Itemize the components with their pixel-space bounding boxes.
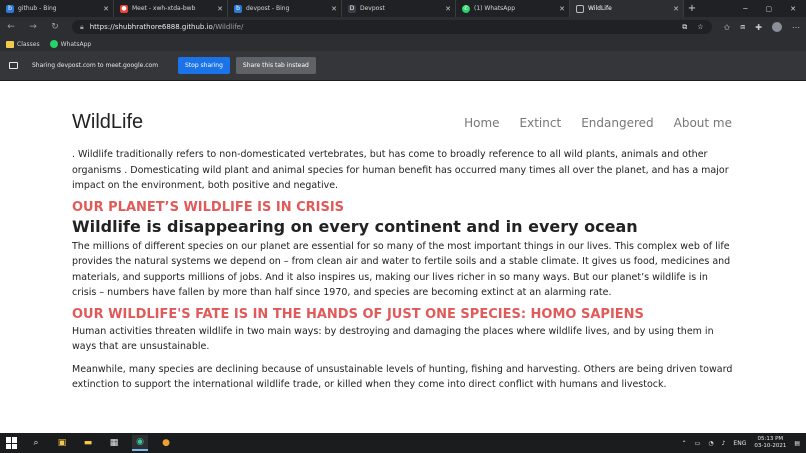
search-icon[interactable]: ⌕ — [28, 435, 44, 451]
forward-icon[interactable]: → — [28, 22, 38, 32]
extensions-icon[interactable]: ✚ — [755, 23, 762, 32]
more-menu-icon[interactable]: ⋯ — [792, 23, 800, 32]
windows-taskbar: ⌕ ▣ ▬ ▦ ◉ ● ⌃ ▭ ◔ ♪ ENG 05:13 PM 03-10-2… — [0, 433, 806, 453]
maximize-icon[interactable]: ▢ — [766, 5, 773, 13]
file-explorer-icon[interactable]: ▬ — [80, 435, 96, 451]
site-logo[interactable]: WildLife — [72, 111, 143, 134]
lock-icon: 🔒︎ — [80, 22, 84, 31]
clock-date: 03-10-2021 — [754, 443, 787, 449]
section-subheading: Wildlife is disappearing on every contin… — [72, 216, 638, 236]
close-icon[interactable]: ✕ — [559, 5, 565, 13]
browser-tab-strip: b github - Bing ✕ ● Meet - xwh-xtda-bwb … — [0, 0, 806, 17]
tab-github-bing[interactable]: b github - Bing ✕ — [0, 0, 114, 17]
store-icon[interactable]: ▣ — [54, 435, 70, 451]
notifications-icon[interactable]: ▤ — [794, 440, 800, 447]
nav-endangered[interactable]: Endangered — [581, 116, 653, 130]
web-page: WildLife Home Extinct Endangered About m… — [0, 81, 806, 433]
app-available-icon[interactable]: ⧉ — [682, 23, 687, 32]
tab-label: WildLife — [588, 5, 612, 12]
tab-label: Meet - xwh-xtda-bwb — [132, 5, 196, 12]
whatsapp-icon: ✆ — [462, 4, 470, 13]
clock[interactable]: 05:13 PM 03-10-2021 — [754, 436, 786, 450]
whatsapp-icon — [49, 40, 58, 48]
close-icon[interactable]: ✕ — [217, 5, 223, 13]
screen-share-icon — [9, 62, 18, 69]
close-icon[interactable]: ✕ — [103, 5, 109, 13]
chevron-up-icon[interactable]: ⌃ — [682, 440, 687, 447]
close-icon[interactable]: ✕ — [331, 5, 337, 13]
battery-icon[interactable]: ▭ — [695, 440, 701, 447]
windows-start-icon[interactable] — [6, 437, 18, 449]
tab-label: devpost - Bing — [246, 5, 290, 12]
section-heading-homo-sapiens: OUR WILDLIFE'S FATE IS IN THE HANDS OF J… — [72, 306, 644, 322]
profile-avatar[interactable] — [772, 22, 782, 32]
url-path: /Wildlife/ — [212, 23, 244, 31]
site-header: WildLife Home Extinct Endangered About m… — [72, 111, 732, 134]
share-this-tab-button[interactable]: Share this tab instead — [235, 57, 316, 74]
nav-home[interactable]: Home — [464, 116, 499, 130]
devpost-icon: D — [348, 4, 356, 13]
edge-browser-icon[interactable]: ◉ — [132, 435, 148, 451]
tab-label: github - Bing — [18, 5, 57, 12]
tab-whatsapp[interactable]: ✆ (1) WhatsApp ✕ — [456, 0, 570, 17]
threats-paragraph: Human activities threaten wildlife in tw… — [72, 325, 714, 353]
bing-icon: b — [6, 4, 14, 13]
close-icon[interactable]: ✕ — [673, 5, 679, 13]
species-paragraph: The millions of different species on our… — [72, 240, 731, 299]
bookmark-classes[interactable]: Classes — [6, 40, 40, 48]
clock-time: 05:13 PM — [757, 436, 784, 442]
url-host: https://shubhrathore6888.github.io — [89, 23, 213, 31]
main-content: . Wildlife traditionally refers to non-d… — [72, 147, 734, 393]
language-indicator[interactable]: ENG — [733, 440, 746, 447]
minimize-icon[interactable]: ─ — [743, 5, 747, 13]
nav-extinct[interactable]: Extinct — [520, 116, 562, 130]
new-tab-icon[interactable]: + — [684, 0, 700, 17]
page-icon — [576, 4, 584, 13]
share-status-text: Sharing devpost.com to meet.google.com — [32, 62, 159, 69]
bookmarks-bar: Classes WhatsApp — [0, 37, 806, 51]
favorites-icon[interactable]: ✩ — [724, 23, 731, 32]
site-nav: Home Extinct Endangered About me — [464, 116, 732, 130]
favorite-star-icon[interactable]: ☆ — [697, 23, 703, 32]
bookmark-label: WhatsApp — [60, 40, 92, 48]
address-bar: ← → ↻ 🔒︎ https://shubhrathore6888.github… — [0, 17, 806, 37]
app-icon[interactable]: ▦ — [106, 435, 122, 451]
tab-meet[interactable]: ● Meet - xwh-xtda-bwb ✕ — [114, 0, 228, 17]
tab-label: Devpost — [360, 5, 385, 12]
close-window-icon[interactable]: ✕ — [790, 5, 796, 13]
refresh-icon[interactable]: ↻ — [50, 22, 60, 32]
meet-icon: ● — [120, 4, 128, 13]
bookmark-label: Classes — [17, 40, 40, 48]
screen-share-banner: Sharing devpost.com to meet.google.com S… — [0, 51, 806, 81]
toolbar-icons: ✩ ⧈ ✚ ⋯ — [724, 22, 800, 32]
url-input[interactable]: 🔒︎ https://shubhrathore6888.github.io/Wi… — [72, 20, 712, 34]
volume-icon[interactable]: ♪ — [722, 440, 726, 447]
collections-icon[interactable]: ⧈ — [740, 22, 745, 32]
network-icon[interactable]: ◔ — [708, 440, 713, 447]
tab-devpost[interactable]: D Devpost ✕ — [342, 0, 456, 17]
stop-sharing-button[interactable]: Stop sharing — [178, 57, 230, 74]
nav-about-me[interactable]: About me — [674, 116, 732, 130]
system-tray: ⌃ ▭ ◔ ♪ ENG 05:13 PM 03-10-2021 ▤ — [682, 436, 800, 450]
bing-icon: b — [234, 4, 242, 13]
tab-label: (1) WhatsApp — [474, 5, 516, 12]
back-icon[interactable]: ← — [6, 22, 16, 32]
decline-paragraph: Meanwhile, many species are declining be… — [72, 363, 733, 391]
section-heading-crisis: OUR PLANET’S WILDLIFE IS IN CRISIS — [72, 199, 345, 215]
folder-icon — [6, 40, 14, 48]
window-controls: ─ ▢ ✕ — [743, 0, 806, 17]
intro-paragraph: . Wildlife traditionally refers to non-d… — [72, 149, 729, 191]
close-icon[interactable]: ✕ — [445, 5, 451, 13]
app-orange-icon[interactable]: ● — [158, 435, 174, 451]
tab-wildlife[interactable]: WildLife ✕ — [570, 0, 684, 17]
bookmark-whatsapp[interactable]: WhatsApp — [49, 40, 92, 48]
tab-devpost-bing[interactable]: b devpost - Bing ✕ — [228, 0, 342, 17]
